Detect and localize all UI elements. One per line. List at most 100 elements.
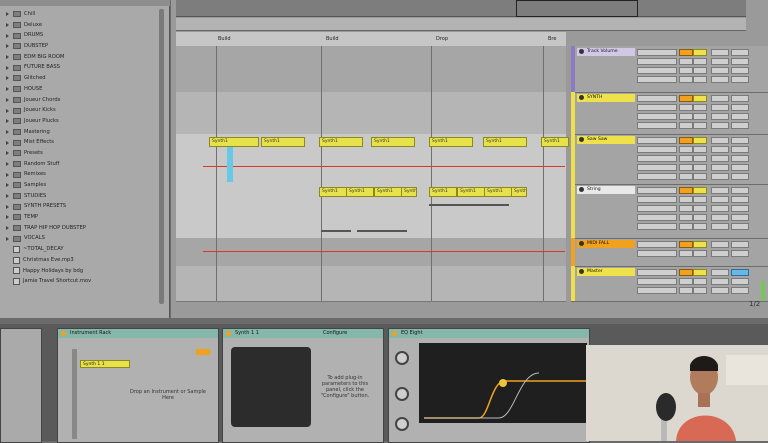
mixer-control[interactable] (679, 58, 693, 65)
track-lane[interactable] (176, 92, 566, 135)
track-fold-icon[interactable] (579, 187, 584, 192)
mixer-control[interactable] (637, 137, 677, 144)
mixer-control[interactable] (637, 223, 677, 230)
mixer-control[interactable] (637, 49, 677, 56)
track-fold-icon[interactable] (579, 95, 584, 100)
mixer-track[interactable]: String (571, 184, 768, 239)
eq-band-handle[interactable] (499, 379, 507, 387)
mixer-control[interactable] (731, 146, 749, 153)
synth-device[interactable]: Synth 1 1 Configure To add plug-in param… (222, 328, 384, 443)
mixer-control[interactable] (637, 214, 677, 221)
mixer-control[interactable] (731, 113, 749, 120)
browser-folder-item[interactable]: VOCALS (6, 233, 156, 244)
clip[interactable]: Synth1 (483, 137, 527, 147)
mixer-control[interactable] (637, 187, 677, 194)
track-fold-icon[interactable] (579, 269, 584, 274)
mixer-control[interactable] (693, 269, 707, 276)
mixer-track[interactable]: SYNTH (571, 92, 768, 135)
eq-curve-display[interactable] (419, 343, 587, 423)
locator-marker[interactable]: Build (324, 34, 339, 44)
disclosure-triangle-icon[interactable] (6, 161, 9, 166)
browser-file-item[interactable]: ~TOTAL_DECAY (6, 244, 156, 255)
locator-marker[interactable]: Bre (546, 34, 556, 44)
browser-folder-item[interactable]: STUDIES (6, 191, 156, 202)
chain-scrollbar[interactable] (72, 349, 77, 439)
mixer-control[interactable] (679, 49, 693, 56)
mixer-control[interactable] (711, 58, 729, 65)
browser-folder-item[interactable]: DRUMS (6, 30, 156, 41)
disclosure-triangle-icon[interactable] (6, 226, 9, 231)
clip[interactable]: Synth1 (261, 137, 305, 147)
overview-selection[interactable] (516, 0, 638, 17)
mixer-control[interactable] (731, 250, 749, 257)
mixer-control[interactable] (637, 58, 677, 65)
track-name[interactable]: MIDI FALL (577, 240, 635, 248)
disclosure-triangle-icon[interactable] (6, 119, 9, 124)
track-fold-icon[interactable] (579, 137, 584, 142)
clip[interactable]: Synth1 (401, 187, 417, 197)
mixer-control[interactable] (679, 76, 693, 83)
mixer-control[interactable] (679, 223, 693, 230)
browser-folder-item[interactable]: Random Stuff (6, 159, 156, 170)
disclosure-triangle-icon[interactable] (6, 183, 9, 188)
track-fold-icon[interactable] (579, 241, 584, 246)
mixer-control[interactable] (731, 287, 749, 294)
mixer-control[interactable] (711, 95, 729, 102)
mixer-control[interactable] (711, 241, 729, 248)
mixer-control[interactable] (711, 278, 729, 285)
mixer-control[interactable] (693, 205, 707, 212)
mixer-control[interactable] (731, 269, 749, 276)
mixer-control[interactable] (679, 287, 693, 294)
disclosure-triangle-icon[interactable] (6, 87, 9, 92)
mixer-control[interactable] (637, 250, 677, 257)
track-name[interactable]: Saw Saw (577, 136, 635, 144)
mixer-control[interactable] (637, 269, 677, 276)
mixer-control[interactable] (731, 49, 749, 56)
mixer-control[interactable] (711, 269, 729, 276)
browser-folder-item[interactable]: Mastering (6, 127, 156, 138)
mixer-control[interactable] (693, 278, 707, 285)
mixer-control[interactable] (679, 196, 693, 203)
mixer-control[interactable] (679, 173, 693, 180)
browser-scrollbar[interactable] (159, 9, 164, 304)
mixer-control[interactable] (711, 187, 729, 194)
locator-lane[interactable]: Build Build Drop Bre (176, 32, 566, 47)
mixer-control[interactable] (637, 122, 677, 129)
mixer-control[interactable] (637, 287, 677, 294)
track-name[interactable]: Master (577, 268, 635, 276)
mixer-control[interactable] (679, 187, 693, 194)
disclosure-triangle-icon[interactable] (6, 108, 9, 113)
mixer-control[interactable] (731, 137, 749, 144)
mixer-control[interactable] (711, 137, 729, 144)
browser-folder-item[interactable]: Glitched (6, 73, 156, 84)
instrument-rack[interactable]: Instrument Rack Synth 1 1 Drop an Instru… (57, 328, 219, 443)
browser-folder-item[interactable]: Samples (6, 180, 156, 191)
disclosure-triangle-icon[interactable] (6, 129, 9, 134)
clip[interactable]: Synth1 (541, 137, 569, 147)
playhead-selection[interactable] (227, 146, 233, 182)
mixer-control[interactable] (637, 95, 677, 102)
mixer-control[interactable] (711, 223, 729, 230)
track-fold-icon[interactable] (579, 49, 584, 54)
mixer-control[interactable] (711, 214, 729, 221)
mixer-control[interactable] (711, 104, 729, 111)
power-icon[interactable] (392, 331, 397, 336)
mixer-control[interactable] (693, 214, 707, 221)
browser-folder-item[interactable]: Deluxe (6, 20, 156, 31)
browser-folder-item[interactable]: EDM BIG ROOM (6, 52, 156, 63)
mixer-control[interactable] (693, 122, 707, 129)
browser-folder-item[interactable]: Joueur Plucks (6, 116, 156, 127)
mixer-control[interactable] (679, 241, 693, 248)
mixer-control[interactable] (637, 67, 677, 74)
disclosure-triangle-icon[interactable] (6, 140, 9, 145)
disclosure-triangle-icon[interactable] (6, 76, 9, 81)
eq-eight-device[interactable]: EQ Eight (388, 328, 590, 443)
mixer-control[interactable] (637, 205, 677, 212)
browser-folder-item[interactable]: FUTURE BASS (6, 62, 156, 73)
track-name[interactable]: SYNTH (577, 94, 635, 102)
mixer-control[interactable] (731, 122, 749, 129)
clip[interactable]: Synth1 (319, 187, 347, 197)
mixer-control[interactable] (693, 146, 707, 153)
mixer-control[interactable] (731, 104, 749, 111)
arrangement-overview[interactable] (176, 0, 746, 17)
